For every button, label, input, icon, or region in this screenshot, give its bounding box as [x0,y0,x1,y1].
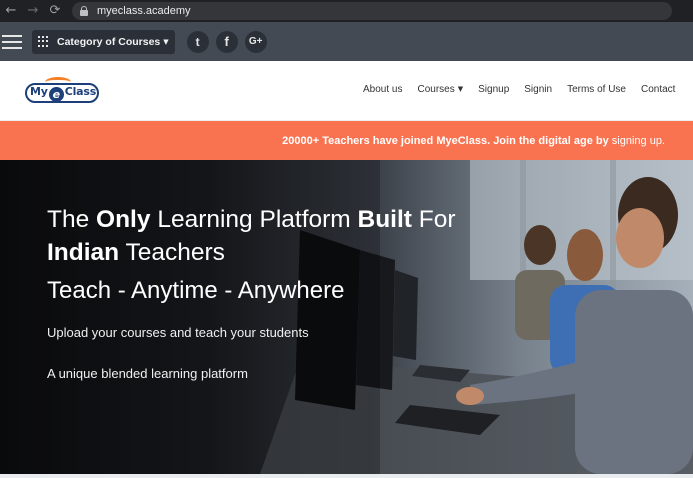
hero-word-indian: Indian [47,239,120,266]
nav-signin[interactable]: Signin [524,84,552,95]
announcement-bar: 20000+ Teachers have joined MyeClass. Jo… [0,121,693,160]
hero-subtext-1: Upload your courses and teach your stude… [47,325,309,340]
back-icon[interactable]: ← [0,0,22,22]
nav-courses-label: Courses [417,84,455,95]
nav-terms[interactable]: Terms of Use [567,84,626,95]
logo-text-my: My [30,85,48,98]
hero-tagline: Teach - Anytime - Anywhere [47,277,345,304]
hero-word-only: Only [96,206,151,233]
hero-headline-line2: Indian Teachers [47,239,225,267]
nav-contact[interactable]: Contact [641,84,675,95]
main-navbar: My e Class About us Courses ▼ Signup Signin… [0,61,693,121]
announcement-message: 20000+ Teachers have joined MyeClass. Jo… [282,134,609,147]
page-bottom-strip [0,474,693,478]
category-label: Category of Courses [57,35,161,48]
announcement-text: 20000+ Teachers have joined MyeClass. Jo… [282,135,665,147]
google-plus-icon[interactable]: G+ [244,30,267,53]
browser-toolbar: ← → ⟳ myeclass.academy [0,0,693,22]
hero-word-built: Built [357,206,412,233]
reload-icon[interactable]: ⟳ [44,0,66,22]
top-toolbar: Category of Courses ▼ t f G+ [0,22,693,61]
hero-banner: The Only Learning Platform Built For Ind… [0,160,693,474]
hero-word-teachers: Teachers [125,239,225,266]
logo-text-class: Class [64,85,97,98]
forward-icon[interactable]: → [22,0,44,22]
hero-subtext-2: A unique blended learning platform [47,366,248,381]
signup-link[interactable]: signing up. [612,135,665,147]
caret-down-icon: ▼ [457,85,464,93]
nav-courses[interactable]: Courses ▼ [417,84,463,95]
facebook-icon[interactable]: f [215,30,238,53]
nav-signup[interactable]: Signup [478,84,509,95]
address-bar[interactable]: myeclass.academy [72,2,672,20]
url-text[interactable]: myeclass.academy [97,5,191,17]
nav-links: About us Courses ▼ Signup Signin Terms of… [363,84,690,95]
site-logo[interactable]: My e Class [25,77,101,105]
twitter-icon[interactable]: t [186,30,209,53]
chevron-down-icon: ▼ [163,37,169,46]
hero-word-the: The [47,206,90,233]
category-dropdown-button[interactable]: Category of Courses ▼ [32,29,175,54]
hero-word-learning-platform: Learning Platform [157,206,351,233]
logo-text-e: e [48,87,64,102]
hamburger-menu-icon[interactable] [2,34,22,49]
hero-word-for: For [418,206,456,233]
grid-icon [38,35,50,48]
nav-about[interactable]: About us [363,84,402,95]
hero-headline-line1: The Only Learning Platform Built For [47,206,456,234]
lock-icon [80,6,88,16]
